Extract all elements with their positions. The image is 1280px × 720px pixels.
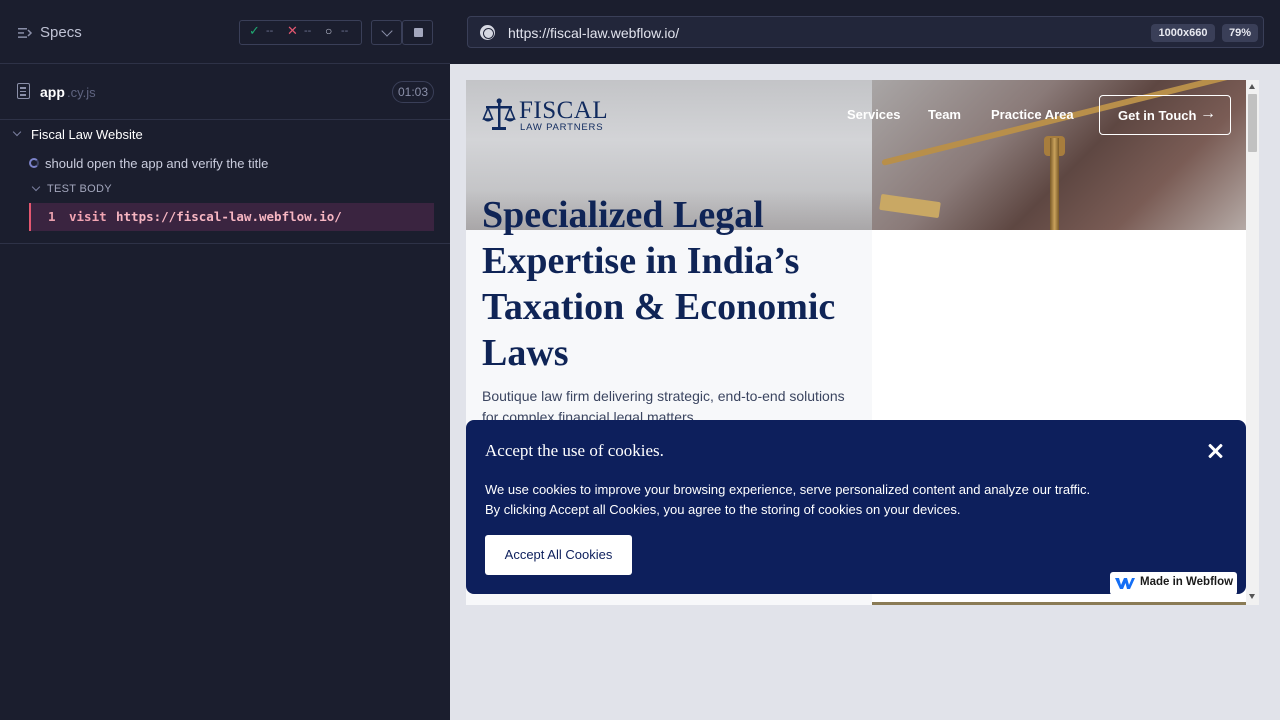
chevron-down-button[interactable] [371, 20, 402, 45]
suite-block: Fiscal Law Website should open the app a… [0, 120, 450, 244]
nav-team[interactable]: Team [928, 107, 961, 122]
suite-collapse-icon[interactable] [12, 127, 22, 137]
get-in-touch-button[interactable]: Get in Touch → [1099, 95, 1231, 135]
globe-icon [480, 25, 495, 40]
check-icon: ✓ [249, 23, 260, 38]
run-duration: 01:03 [392, 81, 434, 103]
scales-icon [482, 98, 516, 130]
reporter-panel: Specs ✓ -- ✕ -- ○ -- app .cy.js 01:03 Fi… [0, 0, 450, 720]
command-row[interactable]: 1 visit https://fiscal-law.webflow.io/ [29, 203, 434, 231]
aut-iframe: FISCAL LAW PARTNERS Services Team Practi… [466, 80, 1259, 605]
aut-header: https://fiscal-law.webflow.io/ 1000x660 … [450, 0, 1280, 64]
zoom-badge[interactable]: 79% [1222, 24, 1258, 42]
reporter-header: Specs ✓ -- ✕ -- ○ -- [0, 0, 450, 64]
scroll-up-arrow-icon[interactable] [1249, 84, 1255, 89]
pending-count: -- [341, 25, 349, 37]
nav-services[interactable]: Services [847, 107, 901, 122]
webflow-logo-icon [1115, 578, 1135, 589]
chevron-down-icon [381, 25, 393, 37]
page-scrollbar[interactable] [1246, 80, 1259, 605]
specs-label[interactable]: Specs [40, 24, 82, 41]
cookie-text-line-2: By clicking Accept all Cookies, you agre… [485, 502, 961, 517]
suite-title[interactable]: Fiscal Law Website [31, 127, 143, 142]
logo-main-text: FISCAL [519, 97, 609, 124]
test-body-label: TEST BODY [47, 183, 112, 195]
arrow-right-icon: → [1200, 105, 1216, 122]
specs-toggle-icon[interactable] [17, 25, 33, 41]
close-icon[interactable] [1204, 440, 1226, 462]
cookie-title: Accept the use of cookies. [485, 441, 664, 460]
x-icon: ✕ [287, 23, 298, 38]
url-bar[interactable]: https://fiscal-law.webflow.io/ 1000x660 … [467, 16, 1264, 48]
logo-sub-text: LAW PARTNERS [520, 122, 604, 133]
passed-count: -- [266, 25, 274, 37]
made-in-webflow-badge[interactable]: Made in Webflow [1110, 572, 1237, 595]
hero-image-bottom [872, 602, 1246, 605]
file-icon [17, 83, 30, 99]
command-name: visit [69, 209, 107, 224]
cookie-banner: Accept the use of cookies. We use cookie… [466, 420, 1246, 595]
accept-all-cookies-button[interactable]: Accept All Cookies [485, 535, 632, 575]
stop-button[interactable] [402, 20, 433, 45]
viewport-size-badge[interactable]: 1000x660 [1151, 24, 1215, 42]
test-body-collapse-icon[interactable] [31, 182, 41, 192]
spec-file-name: app [40, 84, 65, 100]
scroll-down-arrow-icon[interactable] [1249, 594, 1255, 599]
url-text[interactable]: https://fiscal-law.webflow.io/ [508, 25, 679, 41]
test-stats: ✓ -- ✕ -- ○ -- [239, 20, 362, 45]
spinner-icon [29, 158, 39, 168]
made-in-webflow-label: Made in Webflow [1140, 576, 1234, 588]
command-arg: https://fiscal-law.webflow.io/ [116, 209, 342, 224]
command-number: 1 [48, 209, 56, 224]
test-title[interactable]: should open the app and verify the title [45, 156, 268, 171]
scroll-thumb[interactable] [1248, 94, 1257, 152]
hero-headline: Specialized Legal Expertise in India’s T… [482, 194, 836, 374]
get-in-touch-label: Get in Touch [1118, 108, 1197, 123]
spec-file-ext: .cy.js [67, 85, 96, 100]
spec-file-row[interactable]: app .cy.js 01:03 [0, 64, 450, 120]
spinner-icon: ○ [325, 24, 333, 38]
cookie-text-line-1: We use cookies to improve your browsing … [485, 482, 1091, 497]
stop-icon [414, 28, 423, 37]
hero-scale-pan [879, 193, 941, 219]
failed-count: -- [304, 25, 312, 37]
nav-practice-area[interactable]: Practice Area [991, 107, 1074, 122]
cookie-text: We use cookies to improve your browsing … [485, 480, 1225, 520]
hero-scale-post [1050, 138, 1059, 230]
